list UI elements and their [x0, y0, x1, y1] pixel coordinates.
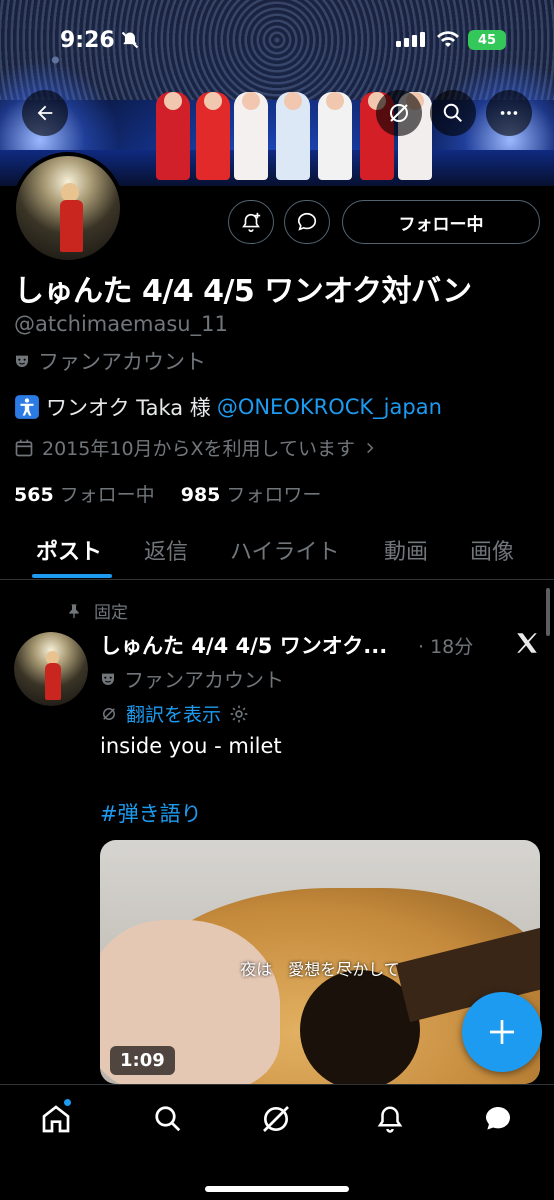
banner-performer: [276, 92, 310, 180]
banner-performer: [196, 92, 230, 180]
x-logo-icon[interactable]: [514, 630, 540, 656]
post-author-name[interactable]: しゅんた 4/4 4/5 ワンオク...: [100, 630, 387, 660]
account-category: ファンアカウント: [14, 346, 206, 376]
following-label: フォロー中: [59, 484, 155, 506]
chevron-right-icon: [367, 442, 374, 453]
bottom-nav: [0, 1084, 554, 1200]
following-link[interactable]: 565 フォロー中: [14, 484, 155, 506]
more-icon: [500, 111, 518, 115]
banner-performer: [156, 92, 190, 180]
nav-search[interactable]: [150, 1101, 186, 1137]
theater-mask-icon: [16, 355, 28, 367]
search-button[interactable]: [430, 90, 476, 136]
profile-avatar[interactable]: [12, 152, 124, 264]
user-handle: @atchimaemasu_11: [14, 312, 228, 336]
following-count: 565: [14, 484, 54, 506]
post-hashtag[interactable]: #弾き語り: [100, 798, 202, 828]
home-indicator: [205, 1186, 349, 1192]
follow-stats: 565 フォロー中 985 フォロワー: [14, 480, 321, 507]
followers-link[interactable]: 985 フォロワー: [181, 484, 322, 506]
banner-performer: [318, 92, 352, 180]
scrollbar[interactable]: [546, 588, 550, 636]
followers-label: フォロワー: [226, 484, 322, 506]
account-category-label: ファンアカウント: [38, 350, 206, 374]
battery-indicator: 45: [468, 30, 506, 50]
translate-link[interactable]: 翻訳を表示: [126, 700, 221, 727]
message-bubble-icon: [297, 212, 317, 231]
following-button-label: フォロー中: [398, 214, 484, 235]
back-button[interactable]: [22, 90, 68, 136]
translate-row: 翻訳を表示: [100, 700, 249, 727]
theater-mask-icon: [102, 673, 114, 685]
status-time: 9:26: [60, 28, 115, 53]
post-text: inside you - milet: [100, 734, 282, 758]
post-author-avatar[interactable]: [14, 632, 88, 706]
pinned-label: 固定: [66, 598, 128, 623]
profile-tabs: ポスト 返信 ハイライト 動画 画像: [0, 520, 554, 580]
pinned-text: 固定: [94, 603, 128, 623]
gear-icon[interactable]: [229, 704, 249, 724]
post-time: · 18分: [418, 636, 474, 658]
grok-icon: [263, 1106, 289, 1132]
joined-date[interactable]: 2015年10月からXを利用しています: [14, 434, 377, 461]
tab-images[interactable]: 画像: [470, 534, 514, 566]
nav-notifications[interactable]: [372, 1101, 408, 1137]
chat-icon: [486, 1107, 510, 1130]
battery-level: 45: [477, 32, 497, 48]
profile-bio: ワンオク Taka 様 @ONEOKROCK_japan: [14, 392, 442, 422]
signal-icon: [396, 32, 425, 47]
calendar-icon: [15, 439, 33, 456]
nav-messages[interactable]: [480, 1101, 516, 1137]
video-caption: 夜は 愛想を尽かして: [240, 960, 400, 979]
post-author-category: ファンアカウント: [100, 664, 284, 693]
wifi-icon: [437, 31, 459, 47]
tab-replies[interactable]: 返信: [144, 534, 188, 566]
banner-performer: [234, 92, 268, 180]
plus-icon: [490, 1020, 514, 1044]
home-notification-dot: [64, 1099, 71, 1106]
nav-home[interactable]: [38, 1101, 74, 1137]
tab-highlights[interactable]: ハイライト: [230, 534, 340, 566]
bio-text: ワンオク Taka 様: [46, 396, 211, 420]
nav-grok[interactable]: [258, 1101, 294, 1137]
status-bar: 9:26 45: [0, 0, 554, 80]
search-icon: [443, 103, 462, 122]
more-button[interactable]: [486, 90, 532, 136]
bio-mention-link[interactable]: @ONEOKROCK_japan: [217, 395, 442, 419]
video-duration: 1:09: [110, 1046, 175, 1075]
tab-posts[interactable]: ポスト: [36, 534, 102, 566]
notification-bell-plus-icon: [242, 212, 261, 232]
post-category-label: ファンアカウント: [124, 668, 284, 692]
pin-icon: [69, 603, 79, 618]
grok-icon: [103, 707, 115, 720]
joined-date-text: 2015年10月からXを利用しています: [42, 438, 355, 460]
followers-count: 985: [180, 484, 221, 506]
tab-videos[interactable]: 動画: [384, 534, 428, 566]
silent-bell-icon: [121, 31, 139, 49]
notify-button[interactable]: [228, 200, 274, 244]
message-button[interactable]: [284, 200, 330, 244]
active-tab-indicator: [32, 574, 112, 578]
back-arrow-icon: [37, 105, 53, 121]
accessibility-icon: [15, 395, 39, 419]
home-icon: [42, 1105, 70, 1133]
display-name: しゅんた 4/4 4/5 ワンオク対バン: [14, 274, 472, 309]
compose-post-button[interactable]: [462, 992, 542, 1072]
following-button[interactable]: フォロー中: [342, 200, 540, 244]
grok-icon: [390, 104, 408, 122]
search-icon: [155, 1106, 181, 1132]
grok-button[interactable]: [376, 90, 422, 136]
bell-icon: [377, 1106, 403, 1133]
